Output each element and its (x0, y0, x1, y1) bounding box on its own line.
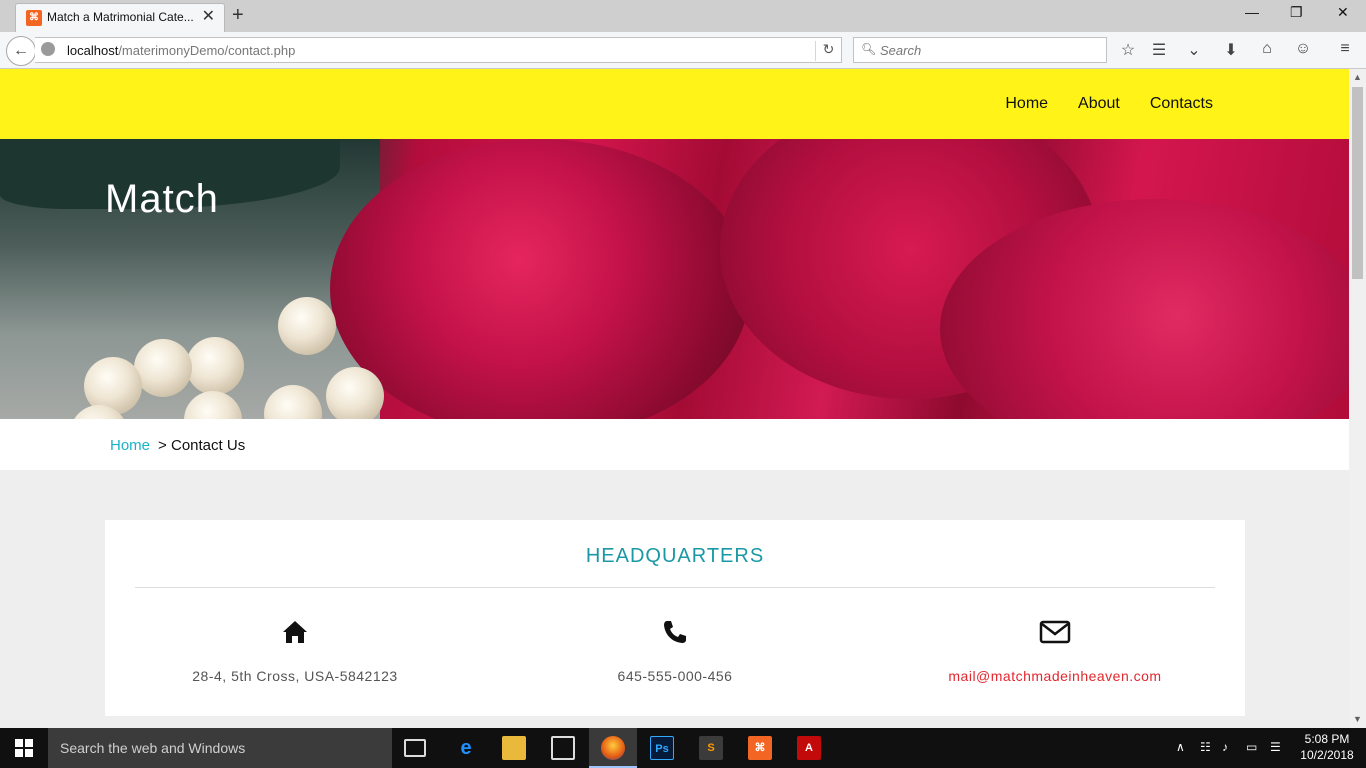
action-center-icon[interactable]: ☰ (1270, 740, 1281, 754)
scroll-down-arrow-icon[interactable]: ▼ (1349, 711, 1366, 728)
divider (135, 587, 1215, 588)
clock-time: 5:08 PM (1304, 732, 1350, 746)
scrollbar-thumb[interactable] (1352, 87, 1363, 279)
minimize-icon[interactable]: — (1245, 4, 1259, 20)
search-placeholder: Search (880, 43, 922, 58)
url-host: localhost (67, 43, 119, 58)
taskbar-search-placeholder: Search the web and Windows (60, 740, 246, 756)
xampp-favicon-icon: ⌘ (26, 10, 42, 26)
hero-pearl (186, 337, 244, 395)
network-icon[interactable]: ☷ (1200, 740, 1211, 754)
windows-taskbar: Search the web and Windows e Ps S ⌘ A ∧ … (0, 728, 1366, 768)
hero-title: Match (105, 177, 219, 221)
globe-icon (41, 42, 55, 56)
url-path: /materimonyDemo/contact.php (118, 43, 296, 58)
breadcrumb-current: Contact Us (171, 437, 246, 454)
close-tab-icon[interactable]: ✕ (202, 8, 215, 26)
pocket-icon[interactable]: ⌄ (1183, 40, 1205, 60)
headquarters-card: HEADQUARTERS 28-4, 5th Cross, USA-584212… (105, 520, 1245, 716)
battery-icon[interactable]: ▭ (1246, 740, 1257, 754)
hero-pearl (326, 367, 384, 419)
url-bar[interactable]: localhost/materimonyDemo/contact.php ↻ (35, 37, 842, 63)
task-view-icon[interactable] (404, 739, 426, 757)
vertical-scrollbar[interactable]: ▲ ▼ (1349, 69, 1366, 728)
clock-date: 10/2/2018 (1300, 748, 1354, 762)
envelope-icon (1039, 620, 1071, 644)
file-explorer-icon[interactable] (502, 736, 526, 760)
tray-chevron-icon[interactable]: ∧ (1176, 740, 1185, 754)
edge-icon[interactable]: e (454, 736, 478, 760)
browser-tab[interactable]: ⌘ Match a Matrimonial Cate... ✕ (15, 3, 225, 32)
hero-banner: Match (0, 139, 1349, 419)
close-window-icon[interactable]: ✕ (1337, 4, 1349, 21)
home-icon (283, 621, 307, 643)
hero-pearl (278, 297, 336, 355)
reload-icon[interactable]: ↻ (815, 41, 841, 61)
sublime-text-icon[interactable]: S (699, 736, 723, 760)
email-link[interactable]: mail@matchmadeinheaven.com (865, 668, 1245, 684)
nav-about[interactable]: About (1078, 95, 1120, 113)
breadcrumb-separator: > (158, 437, 167, 454)
search-bar[interactable]: 🔍︎ Search (853, 37, 1107, 63)
windows-start-icon[interactable] (0, 728, 48, 768)
hero-pearl (134, 339, 192, 397)
acrobat-icon[interactable]: A (797, 736, 821, 760)
breadcrumb-home-link[interactable]: Home (110, 437, 150, 454)
email-column: mail@matchmadeinheaven.com (865, 618, 1245, 684)
restore-icon[interactable]: ❐ (1290, 4, 1303, 21)
site-header: Home About Contacts (0, 69, 1349, 139)
back-arrow-icon[interactable]: ← (6, 36, 36, 66)
menu-icon[interactable]: ≡ (1334, 40, 1356, 58)
phone-text: 645-555-000-456 (617, 668, 733, 684)
page-viewport: Home About Contacts Match Home > Contact… (0, 69, 1349, 728)
chat-icon[interactable]: ☺ (1292, 40, 1314, 58)
download-icon[interactable]: ⬇ (1220, 40, 1242, 60)
store-icon[interactable] (551, 736, 575, 760)
browser-titlebar: ⌘ Match a Matrimonial Cate... ✕ + — ❐ ✕ (0, 0, 1366, 32)
bookmark-star-icon[interactable]: ☆ (1117, 40, 1139, 60)
address-column: 28-4, 5th Cross, USA-5842123 (105, 618, 485, 684)
address-text: 28-4, 5th Cross, USA-5842123 (192, 668, 398, 684)
reading-list-icon[interactable]: ☰ (1148, 40, 1170, 60)
phone-icon (664, 621, 686, 643)
site-nav: Home About Contacts (1005, 95, 1213, 113)
hero-rose (330, 139, 750, 419)
taskbar-clock[interactable]: 5:08 PM 10/2/2018 (1296, 731, 1358, 763)
browser-navbar: ← localhost/materimonyDemo/contact.php ↻… (0, 32, 1366, 69)
scroll-up-arrow-icon[interactable]: ▲ (1349, 69, 1366, 86)
breadcrumb: Home > Contact Us (0, 419, 1349, 470)
nav-home[interactable]: Home (1005, 95, 1048, 113)
photoshop-icon[interactable]: Ps (650, 736, 674, 760)
firefox-icon[interactable] (601, 736, 625, 760)
xampp-icon[interactable]: ⌘ (748, 736, 772, 760)
volume-icon[interactable]: ♪ (1222, 740, 1228, 754)
phone-column: 645-555-000-456 (485, 618, 865, 684)
nav-contacts[interactable]: Contacts (1150, 95, 1213, 113)
home-icon[interactable]: ⌂ (1256, 40, 1278, 58)
search-icon: 🔍︎ (861, 42, 877, 56)
tab-title: Match a Matrimonial Cate... (47, 10, 194, 24)
taskbar-search[interactable]: Search the web and Windows (48, 728, 392, 768)
new-tab-icon[interactable]: + (232, 4, 244, 26)
headquarters-title: HEADQUARTERS (585, 545, 765, 567)
url-text[interactable]: localhost/materimonyDemo/contact.php (67, 43, 295, 58)
